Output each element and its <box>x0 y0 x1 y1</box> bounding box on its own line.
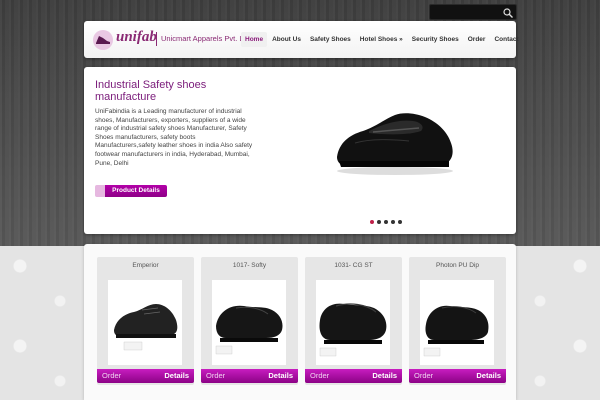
nav-hotel-shoes[interactable]: Hotel Shoes » <box>356 32 407 47</box>
nav-about-us[interactable]: About Us <box>268 32 305 47</box>
product-name: 1017- Softy <box>232 262 267 269</box>
logo-divider <box>156 32 157 46</box>
search-input[interactable] <box>432 6 498 17</box>
product-action-bar: Order Details <box>97 369 194 383</box>
slide-dot[interactable] <box>370 220 374 224</box>
details-link[interactable]: Details <box>164 371 189 380</box>
nav-safety-shoes[interactable]: Safety Shoes <box>306 32 355 47</box>
slide-description: UniFabindia is a Leading manufacturer of… <box>95 108 253 167</box>
product-action-bar: Order Details <box>201 369 298 383</box>
logo-box: unifab Unicmart Apparels Pvt. Ltd <box>90 27 250 53</box>
main-nav: Home About Us Safety Shoes Hotel Shoes »… <box>241 21 524 58</box>
slide-dot[interactable] <box>377 220 381 224</box>
slide-dot[interactable] <box>398 220 402 224</box>
details-link[interactable]: Details <box>372 371 397 380</box>
slide-dot[interactable] <box>384 220 388 224</box>
product-name: 1031- CG ST <box>334 262 373 269</box>
shoe-thumbnail-icon <box>215 305 283 355</box>
nav-contact[interactable]: Contact <box>490 32 522 47</box>
order-link[interactable]: Order <box>206 371 225 380</box>
product-name: Emperior <box>132 262 159 269</box>
shoe-thumbnail-icon <box>114 304 178 351</box>
product-card: Photon PU Dip Order Details <box>409 257 506 385</box>
product-image[interactable] <box>420 280 494 365</box>
search-box <box>429 4 517 20</box>
slide-dot[interactable] <box>391 220 395 224</box>
nav-order[interactable]: Order <box>464 32 490 47</box>
hero-slider: Industrial Safety shoes manufacture UniF… <box>84 67 516 234</box>
site-header: unifab Unicmart Apparels Pvt. Ltd Home A… <box>84 21 519 58</box>
shoe-thumbnail-icon <box>423 305 489 357</box>
shoe-logo-icon <box>93 30 113 50</box>
product-image[interactable] <box>212 280 286 365</box>
nav-security-shoes[interactable]: Security Shoes <box>408 32 463 47</box>
product-action-bar: Order Details <box>305 369 402 383</box>
slide-title: Industrial Safety shoes manufacture <box>95 79 207 103</box>
slider-pagination <box>370 220 402 224</box>
product-image[interactable] <box>316 280 390 365</box>
product-name: Photon PU Dip <box>436 262 479 269</box>
order-link[interactable]: Order <box>414 371 433 380</box>
shoe-thumbnail-icon <box>319 303 387 357</box>
product-details-button[interactable]: Product Details <box>95 185 167 197</box>
details-link[interactable]: Details <box>268 371 293 380</box>
nav-home[interactable]: Home <box>241 32 268 47</box>
button-stripe <box>95 185 105 197</box>
product-grid: Emperior Order Details 1017- Softy Order… <box>84 244 516 400</box>
product-card: 1031- CG ST Order Details <box>305 257 402 385</box>
product-card: Emperior Order Details <box>97 257 194 385</box>
product-details-label: Product Details <box>105 185 167 197</box>
logo-company: Unicmart Apparels Pvt. Ltd <box>161 34 250 43</box>
search-icon[interactable] <box>502 6 514 18</box>
details-link[interactable]: Details <box>476 371 501 380</box>
site-logo[interactable]: unifab Unicmart Apparels Pvt. Ltd <box>90 27 265 53</box>
logo-brand: unifab <box>116 29 157 45</box>
order-link[interactable]: Order <box>310 371 329 380</box>
order-link[interactable]: Order <box>102 371 121 380</box>
product-image[interactable] <box>108 280 182 365</box>
product-card: 1017- Softy Order Details <box>201 257 298 385</box>
product-action-bar: Order Details <box>409 369 506 383</box>
shoe-image <box>337 113 453 175</box>
